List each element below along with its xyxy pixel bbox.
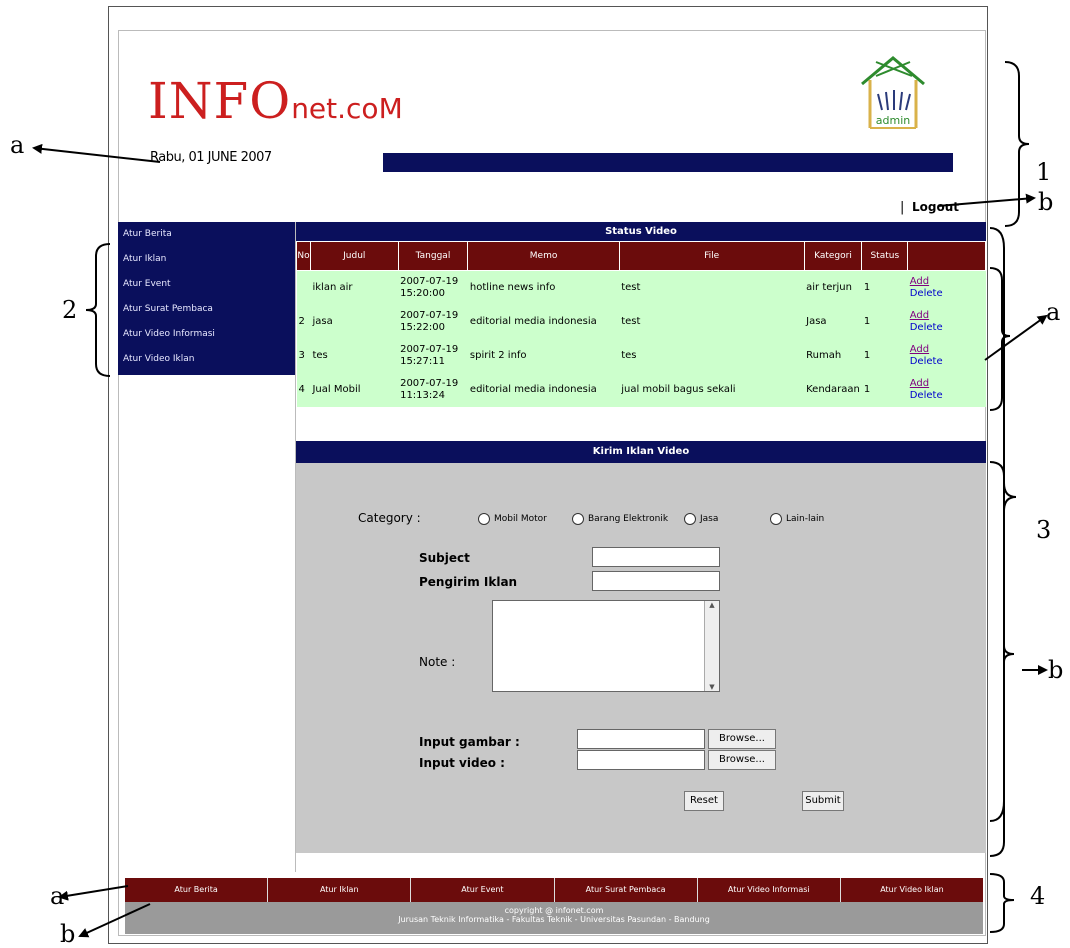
label-b: b bbox=[60, 920, 75, 948]
brace-1 bbox=[1004, 61, 1030, 227]
label-a: a bbox=[50, 882, 64, 910]
label-2: 2 bbox=[62, 296, 77, 324]
brace-2 bbox=[85, 243, 111, 377]
label-a: a bbox=[10, 131, 24, 159]
label-3: 3 bbox=[1036, 516, 1051, 544]
annotation-overlay: a 1 b 2 a 3 b a 4 b bbox=[10, 61, 1063, 948]
arrow-a-footer bbox=[58, 885, 129, 901]
label-b: b bbox=[1048, 656, 1063, 684]
label-b: b bbox=[1038, 188, 1053, 216]
arrow-a-date bbox=[32, 143, 161, 163]
label-4: 4 bbox=[1030, 882, 1045, 910]
arrow-a-table bbox=[984, 314, 1048, 361]
label-1: 1 bbox=[1036, 158, 1051, 186]
brace-3b bbox=[989, 461, 1015, 857]
arrow-b-footer bbox=[78, 903, 151, 938]
brace-4 bbox=[989, 873, 1015, 933]
label-a: a bbox=[1046, 298, 1060, 326]
brace-3a bbox=[989, 267, 1011, 411]
